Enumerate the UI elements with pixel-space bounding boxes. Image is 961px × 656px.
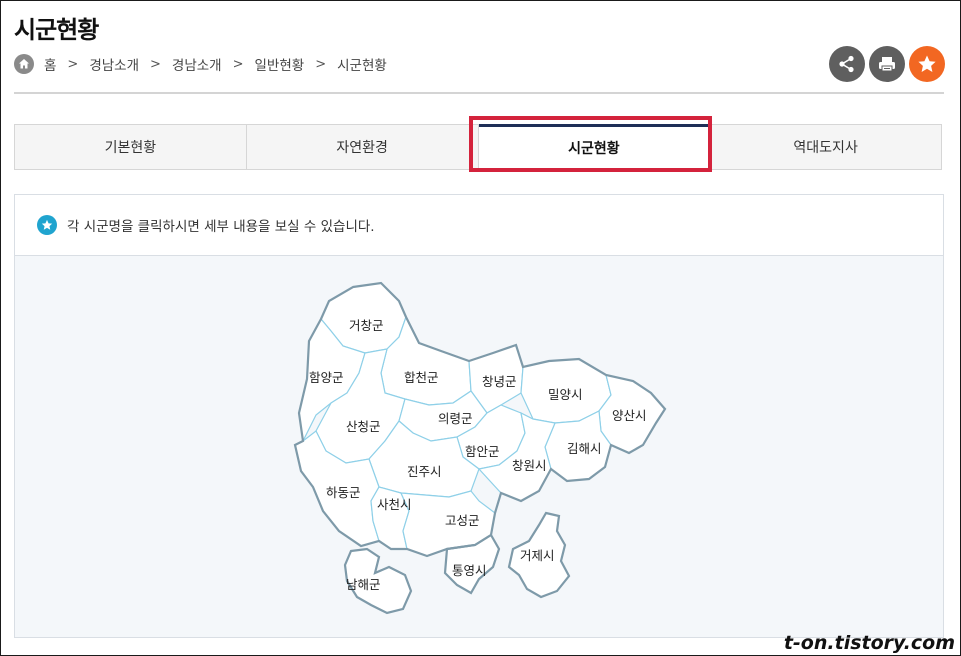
share-icon <box>839 55 854 73</box>
tab-bar: 기본현황 자연환경 시군현황 역대도지사 <box>14 124 942 170</box>
tab-city-county-status[interactable]: 시군현황 <box>478 124 711 169</box>
print-button[interactable] <box>869 46 905 82</box>
region-label[interactable]: 진주시 <box>407 464 442 479</box>
tab-past-governors[interactable]: 역대도지사 <box>710 125 941 169</box>
breadcrumb-item[interactable]: 일반현황 <box>255 54 305 74</box>
region-label[interactable]: 통영시 <box>452 563 487 578</box>
title-divider <box>14 92 944 94</box>
region-label[interactable]: 사천시 <box>377 497 412 512</box>
page-title: 시군현황 <box>14 16 99 44</box>
breadcrumb-home[interactable]: 홈 <box>44 54 56 74</box>
region-label[interactable]: 밀양시 <box>548 387 583 402</box>
chevron-right-icon: > <box>232 56 244 72</box>
tab-natural-environment[interactable]: 자연환경 <box>247 125 479 169</box>
chevron-right-icon: > <box>150 56 161 72</box>
region-label[interactable]: 남해군 <box>346 577 381 592</box>
breadcrumb: 홈 > 경남소개 > 경남소개 > 일반현황 > 시군현황 <box>14 54 389 74</box>
chevron-right-icon: > <box>315 56 327 72</box>
gyeongnam-map: 거창군 함양군 합천군 창녕군 밀양시 양산시 산청군 의령군 함안군 김해시 … <box>293 281 667 615</box>
region-label[interactable]: 함양군 <box>309 370 344 385</box>
breadcrumb-current: 시군현황 <box>337 58 387 74</box>
star-icon <box>918 55 936 72</box>
share-button[interactable] <box>829 46 865 82</box>
tab-basic-status[interactable]: 기본현황 <box>15 125 247 169</box>
home-icon[interactable] <box>14 54 34 74</box>
print-icon <box>879 57 895 72</box>
region-label[interactable]: 거창군 <box>349 318 384 333</box>
page-actions <box>829 46 945 82</box>
region-label[interactable]: 김해시 <box>567 441 602 456</box>
region-label[interactable]: 함안군 <box>465 444 500 459</box>
region-label[interactable]: 합천군 <box>404 370 439 385</box>
breadcrumb-item[interactable]: 경남소개 <box>172 54 222 74</box>
watermark-text: t-on.tistory.com <box>783 632 955 654</box>
chevron-right-icon: > <box>67 56 79 72</box>
region-label[interactable]: 창원시 <box>512 458 547 473</box>
region-label[interactable]: 거제시 <box>520 548 555 563</box>
breadcrumb-item[interactable]: 경남소개 <box>89 54 139 74</box>
region-label[interactable]: 고성군 <box>445 513 480 528</box>
region-label[interactable]: 산청군 <box>346 419 381 434</box>
favorite-button[interactable] <box>909 46 945 82</box>
region-label[interactable]: 양산시 <box>612 408 647 423</box>
region-label[interactable]: 창녕군 <box>482 374 517 389</box>
region-label[interactable]: 의령군 <box>438 411 473 426</box>
content-panel: 각 시군명을 클릭하시면 세부 내용을 보실 수 있습니다. 거창군 함양군 합… <box>14 194 944 638</box>
region-label[interactable]: 하동군 <box>326 485 361 500</box>
